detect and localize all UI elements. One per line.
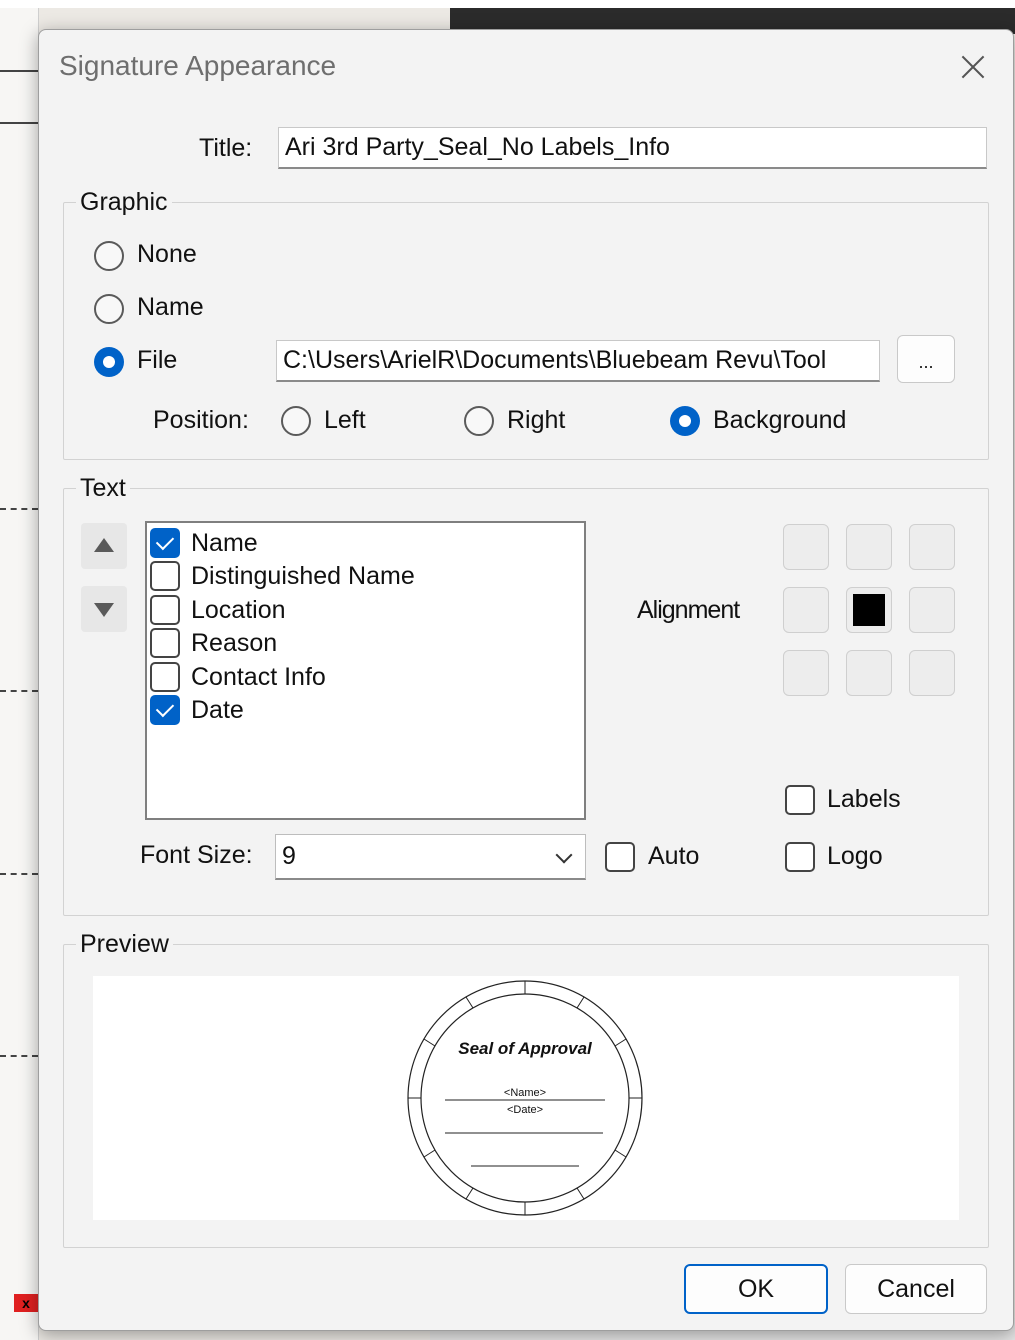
graphic-name-label: Name <box>137 293 204 321</box>
text-item-distinguished-name-label: Distinguished Name <box>191 562 415 590</box>
browse-file-button[interactable]: ... <box>897 335 955 383</box>
text-legend: Text <box>76 474 130 503</box>
position-label: Position: <box>153 406 249 434</box>
seal-image: Seal of Approval <Name> <Date> <box>407 980 643 1216</box>
graphic-file-label: File <box>137 346 178 374</box>
font-size-value: 9 <box>282 842 296 870</box>
text-item-name-label: Name <box>191 529 258 557</box>
background-document-edge <box>0 8 39 1340</box>
background-dash <box>0 873 38 875</box>
preview-legend: Preview <box>76 930 173 959</box>
text-item-distinguished-name-checkbox[interactable] <box>150 561 180 591</box>
auto-label: Auto <box>648 842 700 870</box>
align-top-left[interactable] <box>783 524 829 570</box>
graphic-legend: Graphic <box>76 188 172 217</box>
graphic-file-radio[interactable] <box>94 347 124 377</box>
align-top-right[interactable] <box>909 524 955 570</box>
cancel-button[interactable]: Cancel <box>845 1264 987 1314</box>
text-item-date-checkbox[interactable] <box>150 695 180 725</box>
chevron-down-icon <box>555 846 573 864</box>
dialog-title: Signature Appearance <box>59 50 337 81</box>
move-down-button[interactable] <box>81 586 127 632</box>
background-rule <box>0 122 38 124</box>
auto-checkbox[interactable] <box>605 842 635 872</box>
align-middle-right[interactable] <box>909 587 955 633</box>
move-up-button[interactable] <box>81 523 127 569</box>
align-bottom-right[interactable] <box>909 650 955 696</box>
align-top-center[interactable] <box>846 524 892 570</box>
align-middle-center[interactable] <box>846 587 892 633</box>
title-input[interactable]: Ari 3rd Party_Seal_No Labels_Info <box>278 127 987 169</box>
seal-date-placeholder: <Date> <box>507 1104 543 1116</box>
align-bottom-center[interactable] <box>846 650 892 696</box>
alignment-label: Alignment <box>637 596 740 624</box>
background-dash <box>0 1055 38 1057</box>
text-item-reason-label: Reason <box>191 629 278 657</box>
background-dash <box>0 508 38 510</box>
labels-checkbox[interactable] <box>785 785 815 815</box>
text-fields-list[interactable]: Name Distinguished Name Location Reason … <box>145 521 586 820</box>
text-item-reason-checkbox[interactable] <box>150 628 180 658</box>
graphic-none-radio[interactable] <box>94 241 124 271</box>
align-bottom-left[interactable] <box>783 650 829 696</box>
text-item-date-label: Date <box>191 696 244 724</box>
labels-label: Labels <box>827 785 901 813</box>
text-item-name-checkbox[interactable] <box>150 528 180 558</box>
background-close-marker: x <box>14 1294 38 1312</box>
position-left-label: Left <box>324 406 366 434</box>
seal-name-placeholder: <Name> <box>504 1087 546 1099</box>
graphic-none-label: None <box>137 240 197 268</box>
preview-canvas: Seal of Approval <Name> <Date> <box>93 976 959 1220</box>
font-size-select[interactable]: 9 <box>275 834 586 880</box>
text-item-location-label: Location <box>191 596 286 624</box>
position-background-label: Background <box>713 406 847 434</box>
text-item-location-checkbox[interactable] <box>150 595 180 625</box>
logo-checkbox[interactable] <box>785 842 815 872</box>
background-dash <box>0 690 38 692</box>
text-item-contact-info-label: Contact Info <box>191 663 326 691</box>
align-middle-left[interactable] <box>783 587 829 633</box>
close-icon[interactable] <box>953 48 993 88</box>
arrow-down-icon <box>94 603 114 617</box>
text-item-contact-info-checkbox[interactable] <box>150 662 180 692</box>
signature-appearance-dialog: Signature Appearance Title: Ari 3rd Part… <box>38 29 1014 1331</box>
position-right-label: Right <box>507 406 566 434</box>
font-size-label: Font Size: <box>140 841 253 869</box>
logo-label: Logo <box>827 842 883 870</box>
file-path-input[interactable]: C:\Users\ArielR\Documents\Bluebeam Revu\… <box>276 340 880 382</box>
position-right-radio[interactable] <box>464 406 494 436</box>
arrow-up-icon <box>94 538 114 552</box>
position-background-radio[interactable] <box>670 406 700 436</box>
graphic-name-radio[interactable] <box>94 294 124 324</box>
position-left-radio[interactable] <box>281 406 311 436</box>
seal-title: Seal of Approval <box>458 1039 593 1058</box>
background-window-top <box>0 0 1015 8</box>
ok-button[interactable]: OK <box>684 1264 828 1314</box>
background-rule <box>0 70 38 72</box>
title-label: Title: <box>199 134 253 162</box>
